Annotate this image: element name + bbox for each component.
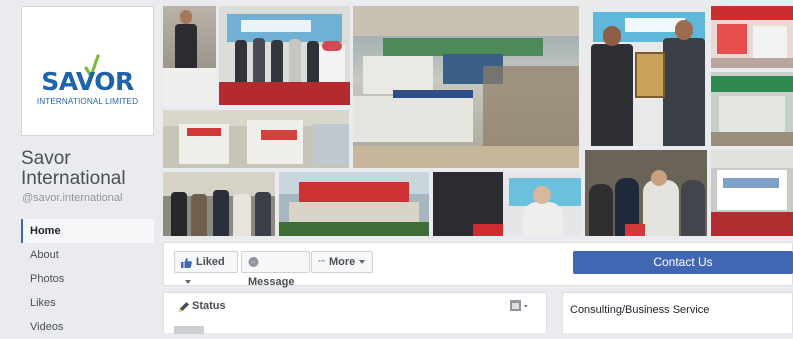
more-button[interactable]: ··· More bbox=[311, 251, 373, 273]
savor-logo: SAVOR INTERNATIONAL LIMITED bbox=[34, 17, 141, 125]
more-dots-icon: ··· bbox=[318, 256, 326, 268]
nav-item-likes[interactable]: Likes bbox=[21, 291, 154, 315]
contact-us-button[interactable]: Contact Us bbox=[573, 251, 793, 274]
page-handle[interactable]: @savor.international bbox=[22, 192, 122, 204]
page-nav: Home About Photos Likes Videos bbox=[21, 219, 154, 339]
profile-picture[interactable]: SAVOR INTERNATIONAL LIMITED bbox=[21, 6, 154, 136]
nav-item-about[interactable]: About bbox=[21, 243, 154, 267]
thumbs-up-icon bbox=[181, 257, 192, 268]
logo-subtitle: INTERNATIONAL LIMITED bbox=[36, 97, 139, 106]
cover-photo-crowd bbox=[163, 172, 275, 236]
cover-photo-booth-green bbox=[711, 72, 793, 146]
page-category[interactable]: Consulting/Business Service bbox=[570, 304, 709, 316]
cover-photo-stall bbox=[711, 150, 793, 236]
more-label: More bbox=[329, 256, 356, 268]
cover-photo-keynote bbox=[433, 172, 581, 236]
cover-photo-expo-gate bbox=[279, 172, 429, 236]
nav-item-photos[interactable]: Photos bbox=[21, 267, 154, 291]
cover-photo-visitors bbox=[585, 150, 707, 236]
message-button[interactable]: Message bbox=[241, 251, 310, 288]
left-column: SAVOR INTERNATIONAL LIMITED Savor Intern… bbox=[0, 0, 163, 333]
page-action-bar: Liked Message ··· More Contact Us bbox=[163, 242, 793, 288]
cover-photo-exhibition-hall bbox=[353, 6, 579, 168]
page-title[interactable]: Savor International bbox=[21, 149, 161, 189]
liked-button[interactable]: Liked bbox=[174, 251, 238, 285]
pencil-icon bbox=[179, 302, 189, 312]
message-label: Message bbox=[248, 276, 295, 288]
messenger-icon bbox=[248, 256, 259, 267]
nav-item-videos[interactable]: Videos bbox=[21, 315, 154, 339]
cover-photo-speaker bbox=[163, 6, 216, 105]
page-info-card: Consulting/Business Service bbox=[562, 292, 793, 333]
cover-photo-inauguration bbox=[219, 6, 350, 105]
chevron-down-icon bbox=[185, 280, 191, 285]
cover-photo-tents bbox=[163, 110, 349, 168]
chevron-down-icon bbox=[359, 260, 366, 265]
page-avatar-selector-icon[interactable] bbox=[510, 300, 532, 312]
liked-label: Liked bbox=[196, 256, 225, 268]
cover-photo-collage[interactable] bbox=[163, 6, 793, 236]
cover-photo-award bbox=[585, 6, 707, 146]
nav-item-home[interactable]: Home bbox=[21, 219, 154, 243]
status-tab[interactable]: Status bbox=[192, 300, 226, 312]
logo-wordmark: SAVOR bbox=[41, 67, 134, 96]
cover-photo-booth-red bbox=[711, 6, 793, 68]
status-composer: Status bbox=[163, 292, 547, 334]
